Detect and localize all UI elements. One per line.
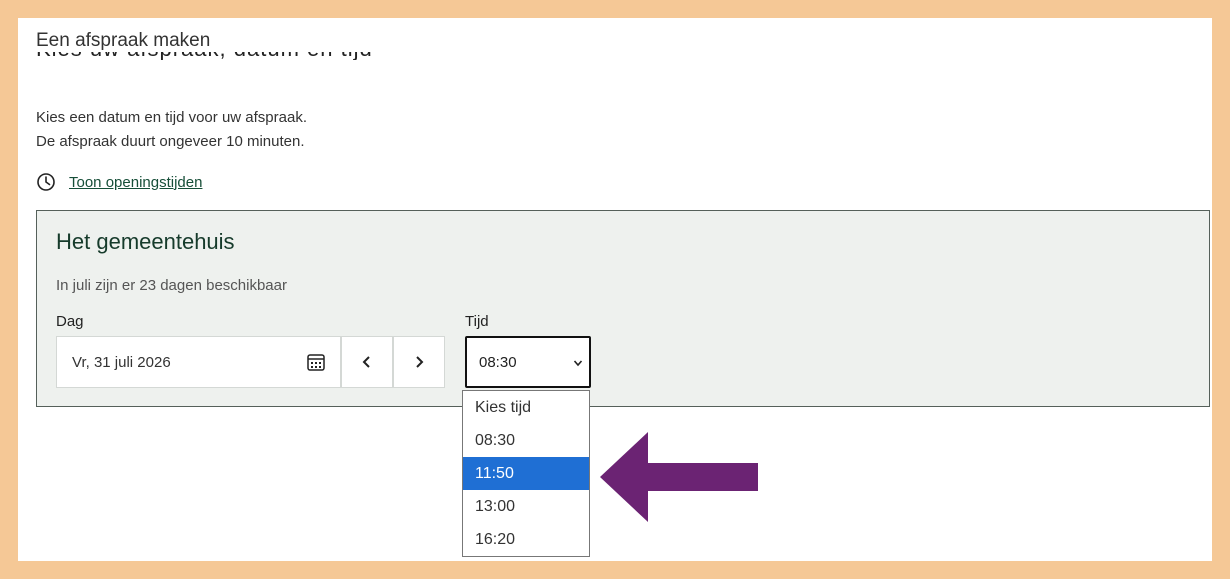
time-option[interactable]: 16:20 [463, 523, 589, 556]
chevron-left-icon [362, 356, 370, 368]
arrow-left-icon [600, 432, 758, 522]
previous-day-button[interactable] [341, 336, 393, 388]
chevron-right-icon [416, 356, 424, 368]
date-input[interactable]: Vr, 31 juli 2026 [56, 336, 341, 388]
time-select-value: 08:30 [479, 353, 517, 371]
time-option[interactable]: 13:00 [463, 490, 589, 523]
location-panel: Het gemeentehuis In juli zijn er 23 dage… [36, 210, 1210, 407]
time-option[interactable]: 08:30 [463, 424, 589, 457]
intro-text: Kies een datum en tijd voor uw afspraak.… [36, 106, 307, 154]
opening-hours-row: Toon openingstijden [36, 172, 202, 192]
time-option-highlighted[interactable]: 11:50 [463, 457, 589, 490]
chevron-down-icon [573, 360, 583, 367]
time-dropdown-list: Kies tijd 08:30 11:50 13:00 16:20 [462, 390, 590, 557]
time-option[interactable]: Kies tijd [463, 391, 589, 424]
partially-hidden-heading: Kies uw afspraak, datum en tijd [36, 52, 636, 60]
time-select[interactable]: 08:30 [465, 336, 591, 388]
calendar-icon[interactable] [306, 352, 326, 372]
show-opening-hours-link[interactable]: Toon openingstijden [69, 174, 202, 191]
next-day-button[interactable] [393, 336, 445, 388]
partially-hidden-heading-text: Kies uw afspraak, datum en tijd [36, 52, 373, 60]
availability-text: In juli zijn er 23 dagen beschikbaar [56, 277, 287, 294]
time-label: Tijd [465, 313, 489, 330]
clock-icon [37, 173, 55, 191]
intro-line-2: De afspraak duurt ongeveer 10 minuten. [36, 133, 305, 150]
page-title: Een afspraak maken [36, 30, 211, 51]
intro-line-1: Kies een datum en tijd voor uw afspraak. [36, 109, 307, 126]
day-label: Dag [56, 313, 84, 330]
date-value: Vr, 31 juli 2026 [72, 353, 171, 371]
page-frame: Een afspraak maken Kies uw afspraak, dat… [18, 18, 1212, 561]
location-name: Het gemeentehuis [56, 229, 235, 254]
